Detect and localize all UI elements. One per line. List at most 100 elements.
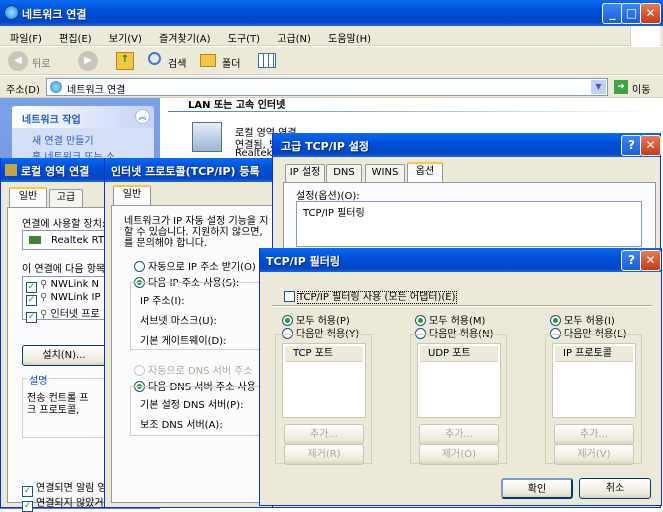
alternate-dns-label: 보조 DNS 서버(A): — [140, 420, 223, 431]
network-address-icon — [50, 81, 62, 93]
component-checkbox[interactable]: ✓ — [26, 312, 37, 323]
tcpip-properties-dialog: 인터넷 프로토콜(TCP/IP) 등록 일반 네트워크가 IP 자동 설정 기능… — [104, 158, 284, 508]
menu-help[interactable]: 도움말(H) — [328, 34, 371, 45]
tab-wins[interactable]: WINS — [365, 164, 405, 182]
component-item[interactable]: ✓ ⚲ NWLink IP — [26, 292, 101, 306]
not-connected-checkbox[interactable]: ✓ — [22, 501, 33, 512]
search-button-label[interactable]: 검색 — [168, 55, 186, 70]
auto-dns-radio[interactable] — [134, 365, 145, 376]
group-header-rule — [168, 111, 658, 112]
close-button[interactable]: ✕ — [640, 3, 661, 24]
adapter-name: Realtek RT — [51, 235, 104, 246]
subnet-mask-label: 서브넷 마스크(U): — [140, 316, 217, 327]
auto-ip-radio[interactable] — [134, 261, 145, 272]
tcpip-titlebar: 인터넷 프로토콜(TCP/IP) 등록 — [105, 158, 281, 182]
intro-line-3: 를 문의해야 합니다. — [124, 238, 208, 249]
enable-filtering-checkbox[interactable] — [284, 291, 295, 302]
address-value: 네트워크 연결 — [67, 85, 126, 96]
back-arrow-icon[interactable]: ◀ — [8, 51, 28, 71]
task-new-connection[interactable]: 새 연결 만들기 — [32, 132, 94, 147]
tcpip-filtering-dialog: TCP/IP 필터링 ? ✕ TCP/IP 필터링 사용 (모든 어댑터)(E)… — [259, 248, 662, 506]
protocol-icon: ⚲ — [40, 309, 48, 320]
main-window-title: 네트워크 연결 — [22, 8, 87, 21]
tcpip-title: 인터넷 프로토콜(TCP/IP) 등록 — [111, 165, 260, 178]
filtering-titlebar: TCP/IP 필터링 ? ✕ — [260, 248, 661, 272]
component-label: NWLink N — [50, 279, 100, 290]
auto-ip-option[interactable]: 자동으로 IP 주소 받기(O) — [134, 258, 256, 273]
udp-remove-button[interactable]: 제거(O) — [419, 444, 499, 465]
udp-add-button[interactable]: 추가... — [419, 424, 499, 445]
advanced-titlebar: 고급 TCP/IP 설정 ? ✕ — [273, 133, 661, 157]
component-item[interactable]: ✓ ⚲ 인터넷 프로 — [26, 305, 100, 323]
help-button[interactable]: ? — [621, 250, 642, 271]
tab-general[interactable]: 일반 — [113, 185, 151, 205]
tcpip-general-panel: 네트워크가 IP 자동 설정 기능을 지 할 수 있습니다. 지원하지 않으면,… — [111, 205, 284, 503]
settings-item-tcpip-filtering[interactable]: TCP/IP 필터링 — [303, 204, 365, 219]
ip-remove-button[interactable]: 제거(V) — [554, 444, 634, 465]
notify-label: 연결되면 알림 영 — [36, 483, 107, 494]
help-button[interactable]: ? — [621, 135, 642, 156]
enable-filtering-option[interactable]: TCP/IP 필터링 사용 (모든 어댑터)(E) — [284, 288, 457, 304]
menu-advanced[interactable]: 고급(N) — [277, 34, 311, 45]
address-bar: 주소(D) 네트워크 연결 ▼ ➜ 이동 — [0, 76, 663, 98]
filtering-separator — [272, 305, 652, 307]
tcp-add-button[interactable]: 추가... — [284, 424, 364, 445]
lan-properties-title: 로컬 영역 연결 — [21, 165, 90, 178]
cancel-button[interactable]: 취소 — [579, 478, 651, 499]
windows-logo-icon — [630, 26, 660, 46]
go-button-label[interactable]: 이동 — [632, 81, 650, 96]
components-label: 이 연결에 다음 항목 — [22, 264, 106, 275]
back-button-label[interactable]: 뒤로 — [32, 55, 50, 70]
views-icon[interactable] — [258, 53, 276, 68]
tab-general[interactable]: 일반 — [9, 187, 47, 207]
protocol-icon: ⚲ — [40, 279, 48, 290]
ip-protocols-header: IP 프로토콜 — [555, 346, 633, 362]
menu-bar: 파일(F) 편집(E) 보기(V) 즐겨찾기(A) 도구(T) 고급(N) 도움… — [0, 26, 663, 46]
lan-dialog-icon — [5, 164, 17, 176]
install-button[interactable]: 설치(N)... — [22, 345, 106, 366]
collapse-chevron-icon[interactable]: ︽ — [135, 109, 150, 124]
tab-dns[interactable]: DNS — [326, 164, 362, 182]
ok-button[interactable]: 확인 — [501, 478, 573, 499]
tab-ip-settings[interactable]: IP 설정 — [285, 164, 325, 182]
not-connected-option[interactable]: ✓ 연결되지 않았거 — [22, 494, 104, 512]
close-button[interactable]: ✕ — [640, 250, 661, 271]
ip-add-button[interactable]: 추가... — [554, 424, 634, 445]
auto-dns-option[interactable]: 자동으로 DNS 서버 주소 — [134, 362, 253, 377]
component-label: NWLink IP — [50, 292, 101, 303]
menu-file[interactable]: 파일(F) — [10, 34, 42, 45]
task-panel-header[interactable]: 네트워크 작업 ︽ — [12, 106, 154, 128]
main-titlebar: 네트워크 연결 _ □ ✕ — [0, 0, 663, 26]
tab-options[interactable]: 옵션 — [407, 162, 443, 182]
ip-protocols-list: IP 프로토콜 — [552, 343, 636, 418]
settings-options-label: 설정(옵션)(O): — [296, 191, 360, 202]
folders-icon[interactable] — [200, 54, 216, 67]
close-button[interactable]: ✕ — [640, 135, 661, 156]
address-dropdown-icon[interactable]: ▼ — [591, 80, 606, 94]
filtering-title: TCP/IP 필터링 — [266, 255, 340, 268]
gateway-label: 기본 게이트웨이(D): — [140, 336, 227, 347]
description-title: 설명 — [27, 372, 50, 387]
menu-favorites[interactable]: 즐겨찾기(A) — [159, 34, 210, 45]
component-item[interactable]: ✓ ⚲ NWLink N — [26, 279, 99, 293]
menu-tools[interactable]: 도구(T) — [228, 34, 260, 45]
menu-edit[interactable]: 편집(E) — [59, 34, 92, 45]
tab-advanced[interactable]: 고급 — [49, 189, 83, 207]
address-field[interactable]: 네트워크 연결 ▼ — [46, 78, 608, 96]
group-header: LAN 또는 고속 인터넷 — [188, 100, 286, 111]
search-icon[interactable] — [148, 52, 161, 65]
advanced-title: 고급 TCP/IP 설정 — [281, 140, 369, 153]
enable-filtering-label: TCP/IP 필터링 사용 (모든 어댑터)(E) — [297, 291, 457, 304]
description-line-2: 크 프로토콜, — [27, 405, 80, 416]
forward-arrow-icon[interactable]: ▶ — [78, 51, 98, 71]
go-arrow-icon[interactable]: ➜ — [614, 80, 628, 94]
folders-button-label[interactable]: 폴더 — [222, 55, 240, 70]
settings-options-list[interactable]: TCP/IP 필터링 — [296, 201, 642, 247]
up-folder-icon[interactable]: ↑ — [116, 52, 134, 70]
tcp-remove-button[interactable]: 제거(R) — [284, 444, 364, 465]
lan-connection-icon[interactable] — [192, 122, 222, 152]
component-label: 인터넷 프로 — [50, 309, 100, 320]
minimize-button[interactable]: _ — [602, 3, 623, 24]
maximize-button[interactable]: □ — [621, 3, 642, 24]
menu-view[interactable]: 보기(V) — [109, 34, 142, 45]
